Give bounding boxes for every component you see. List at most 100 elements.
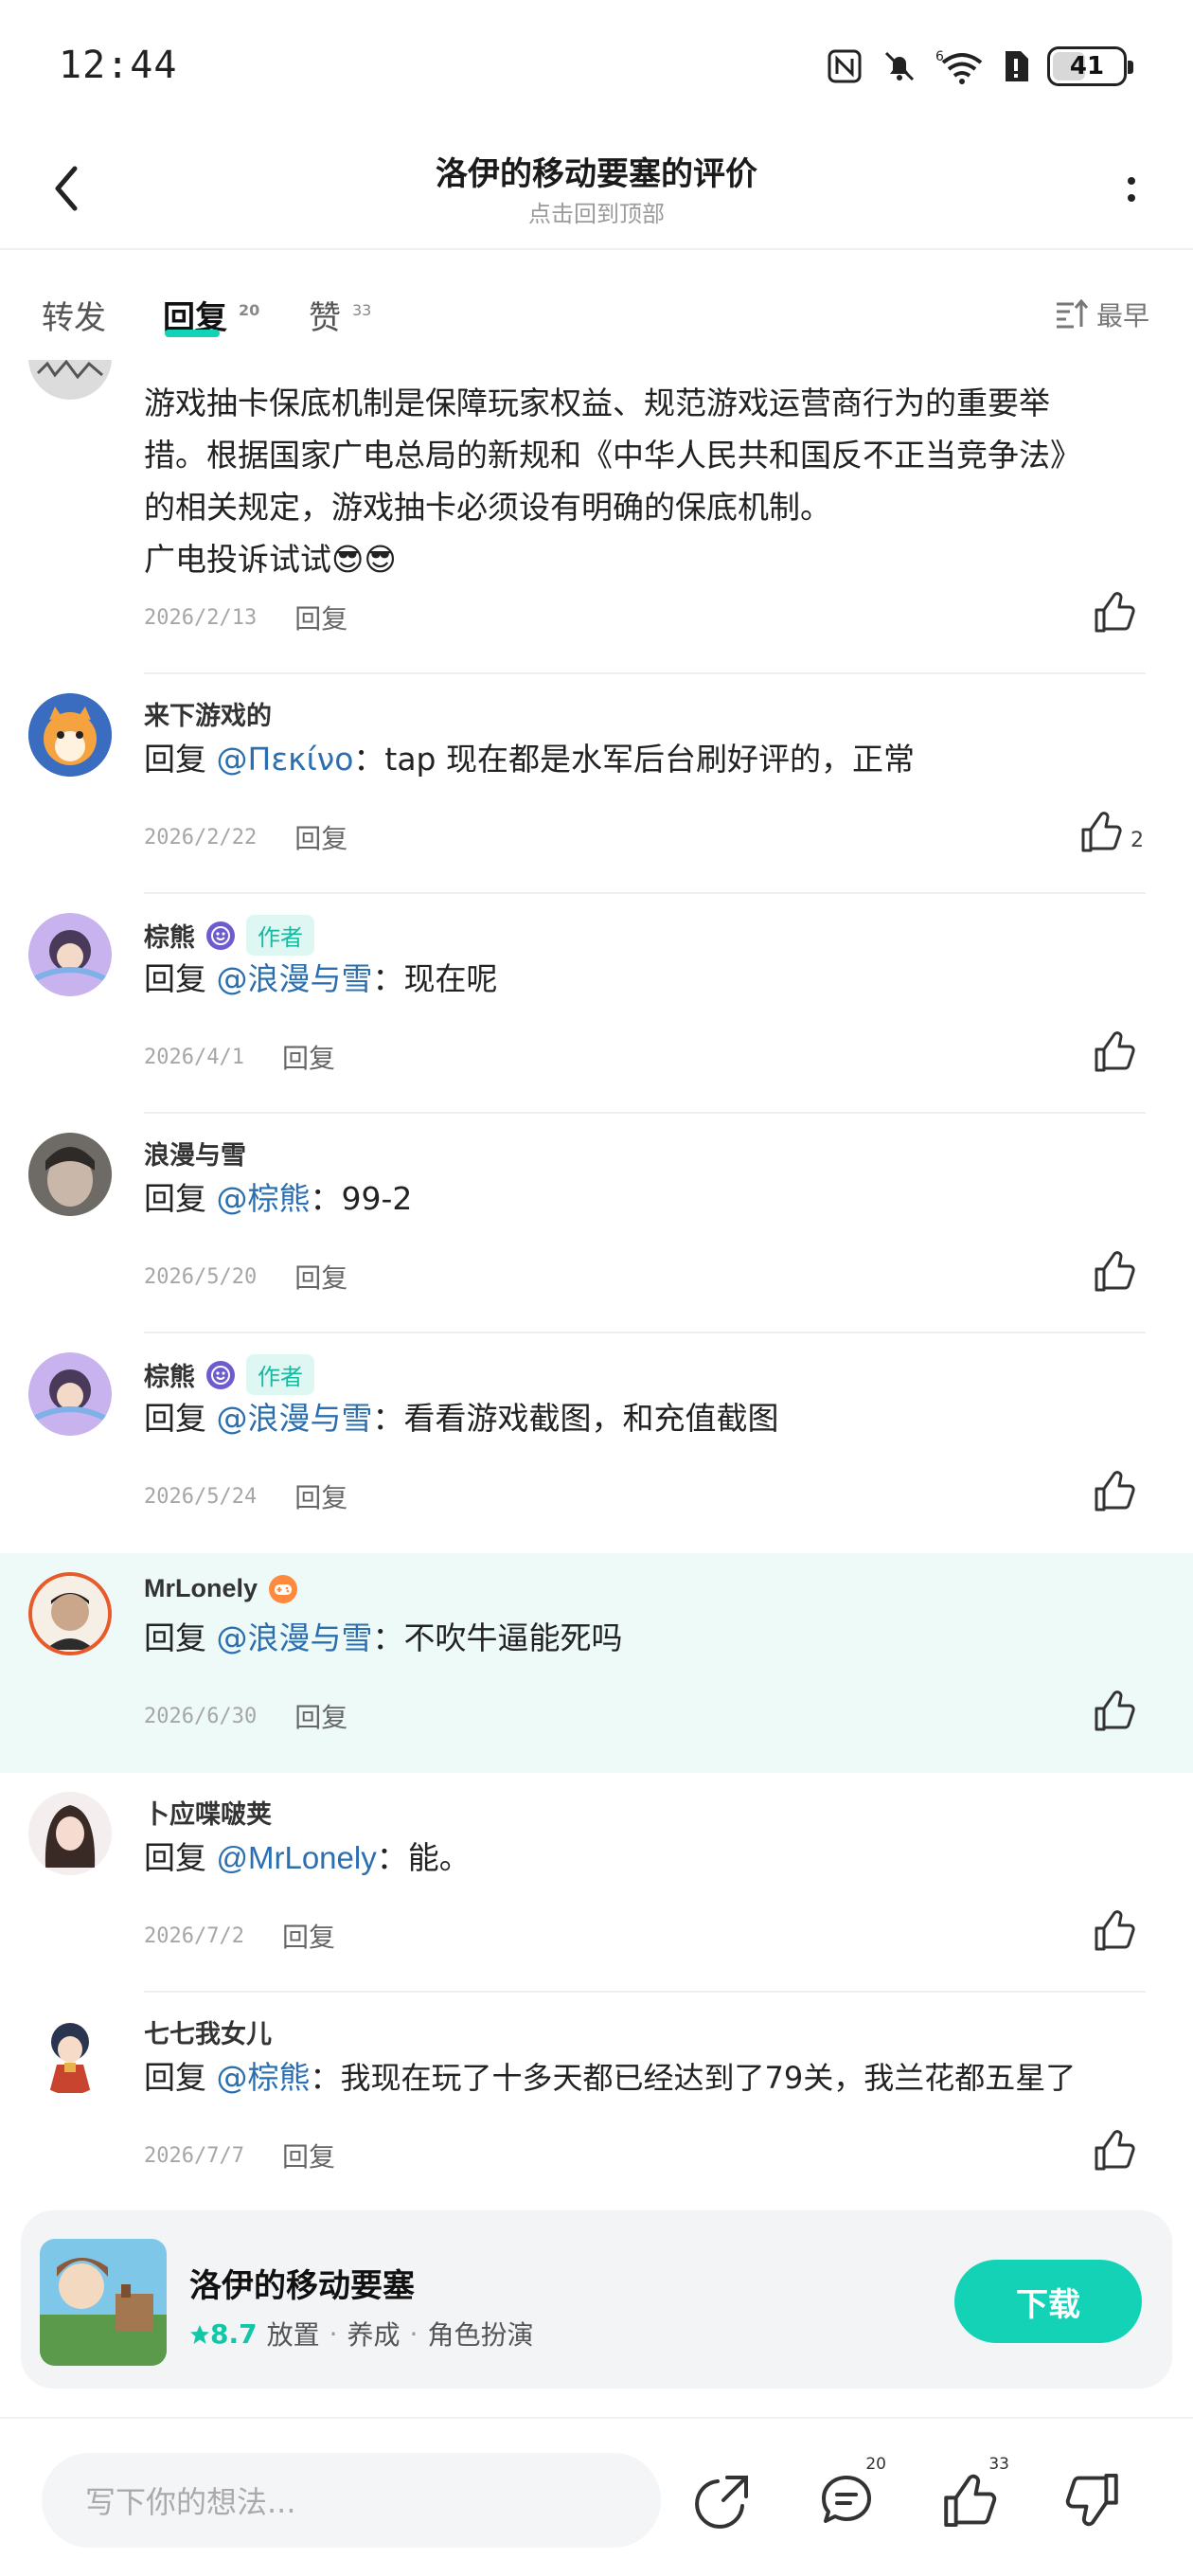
game-rating: 8.7 [189,2318,258,2350]
like-button[interactable] [1093,1690,1136,1731]
divider [0,248,1193,250]
more-options-button[interactable] [1108,161,1155,218]
list-item: 棕熊 作者 回复 @浪漫与雪：现在呢 2026/4/1 回复 [0,894,1193,1114]
comment-text: 回复 @浪漫与雪：看看游戏截图，和充值截图 [144,1400,779,1437]
avatar[interactable] [28,693,112,777]
mention-link[interactable]: @棕熊 [217,1180,311,1217]
reply-button[interactable]: 回复 [282,2137,335,2174]
comment-meta: 2026/5/24 回复 [144,1477,347,1515]
status-icons: 6 41 [826,42,1133,91]
comment-input[interactable]: 写下你的想法... [42,2453,661,2548]
reply-button[interactable]: 回复 [294,1477,347,1515]
comment-author: 棕熊 作者 [144,1354,314,1395]
battery-indicator: 41 [1047,46,1133,86]
comment-author: 来下游戏的 [144,695,272,732]
like-button[interactable] [1093,1909,1136,1951]
author-tag: 作者 [246,1354,314,1395]
share-button[interactable] [684,2460,763,2540]
star-icon [190,2324,209,2344]
avatar[interactable] [28,1572,112,1655]
reply-button[interactable]: 回复 [294,1258,347,1296]
comment-author: 卜应喋啵荚 [144,1794,272,1831]
page-title[interactable]: 洛伊的移动要塞的评价 [0,148,1193,194]
scroll-to-top-hint[interactable]: 点击回到顶部 [0,195,1193,228]
like-button[interactable] [1093,2129,1136,2171]
reply-button[interactable]: 回复 [294,599,347,636]
like-button[interactable] [1093,1470,1136,1512]
mention-link[interactable]: @浪漫与雪 [217,1619,373,1656]
level-badge-icon [206,1360,235,1389]
thumbs-up-icon [1095,2130,1135,2171]
comment-button[interactable]: 20 [807,2455,886,2540]
like-button-main[interactable]: 33 [930,2455,1009,2540]
avatar[interactable] [28,1133,112,1216]
gamepad-badge-icon [269,1574,298,1603]
avatar[interactable] [28,1352,112,1436]
list-item: 棕熊 作者 回复 @浪漫与雪：看看游戏截图，和充值截图 2026/5/24 回复 [0,1333,1193,1553]
comment-text: 回复 @棕熊：99-2 [144,1180,413,1217]
status-time: 12:44 [59,44,178,87]
comment-meta: 2026/2/22 回复 [144,818,347,856]
comment-author: 七七我女儿 [144,2013,272,2050]
mention-link[interactable]: @MrLonely [217,1840,377,1875]
author-name[interactable]: 棕熊 [144,1356,195,1393]
avatar[interactable] [28,360,112,400]
author-name[interactable]: MrLonely [144,1574,258,1603]
thumbs-up-icon [1095,1910,1135,1951]
comment-text: 回复 @浪漫与雪：现在呢 [144,960,498,997]
comment-meta: 2026/4/1 回复 [144,1038,335,1076]
avatar[interactable] [28,2012,112,2095]
author-name[interactable]: 来下游戏的 [144,695,272,732]
sim-alert-icon [1006,51,1028,81]
game-icon[interactable] [40,2239,167,2366]
reply-button[interactable]: 回复 [294,1697,347,1735]
list-item-highlighted: MrLonely 回复 @浪漫与雪：不吹牛逼能死吗 2026/6/30 回复 [0,1553,1193,1773]
list-item: 卜应喋啵荚 回复 @MrLonely：能。 2026/7/2 回复 [0,1773,1193,1993]
game-tag: 养成 [347,2319,401,2351]
author-name[interactable]: 棕熊 [144,917,195,954]
comment-author: 棕熊 作者 [144,915,314,956]
comment-text: 回复 @Πεκίνο：tap 现在都是水军后台刷好评的，正常 [144,741,915,778]
sort-button[interactable]: 最早 [1055,295,1149,333]
author-name[interactable]: 七七我女儿 [144,2013,272,2050]
thumbs-down-icon [1065,2473,1118,2527]
mention-link[interactable]: @Πεκίνο [217,741,354,778]
game-name[interactable]: 洛伊的移动要塞 [189,2260,415,2306]
game-card[interactable]: 洛伊的移动要塞 8.7 放置 · 养成 · 角色扮演 下载 [21,2210,1172,2388]
avatar[interactable] [28,1792,112,1875]
reply-button[interactable]: 回复 [294,818,347,856]
dot-icon [1128,194,1135,202]
tab-forward[interactable]: 转发 [42,292,106,338]
reply-button[interactable]: 回复 [282,1038,335,1076]
list-item: 游戏抽卡保底机制是保障玩家权益、规范游戏运营商行为的重要举 措。根据国家广电总局… [0,360,1193,674]
author-name[interactable]: 浪漫与雪 [144,1135,246,1172]
comment-author: 浪漫与雪 [144,1135,246,1172]
mention-link[interactable]: @浪漫与雪 [217,1400,373,1437]
bell-muted-icon [884,51,915,81]
thumbs-up-icon [1095,592,1135,633]
comment-date: 2026/7/7 [144,2143,244,2168]
tab-likes[interactable]: 赞 33 [309,292,371,338]
game-tag: 放置 [266,2319,320,2351]
thumbs-up-icon [1095,1031,1135,1072]
thumbs-up-icon [944,2474,997,2528]
like-button[interactable] [1093,1030,1136,1072]
game-meta: 8.7 放置 · 养成 · 角色扮演 [189,2315,533,2352]
separator-dot: · [329,2317,338,2350]
thumbs-up-icon [1081,812,1122,852]
reply-button[interactable]: 回复 [282,1917,335,1955]
tab-active-indicator [165,330,220,337]
thumbs-up-icon [1095,1690,1135,1731]
like-button[interactable]: 2 [1079,811,1144,852]
avatar[interactable] [28,913,112,996]
mention-link[interactable]: @棕熊 [217,2059,311,2096]
svg-text:6: 6 [935,49,944,64]
like-count: 2 [1131,829,1144,852]
dislike-button[interactable] [1053,2460,1132,2540]
like-button[interactable] [1093,1250,1136,1292]
like-button[interactable] [1093,591,1136,633]
download-button[interactable]: 下载 [954,2260,1142,2343]
author-name[interactable]: 卜应喋啵荚 [144,1794,272,1831]
mention-link[interactable]: @浪漫与雪 [217,960,373,997]
share-icon [695,2476,748,2529]
